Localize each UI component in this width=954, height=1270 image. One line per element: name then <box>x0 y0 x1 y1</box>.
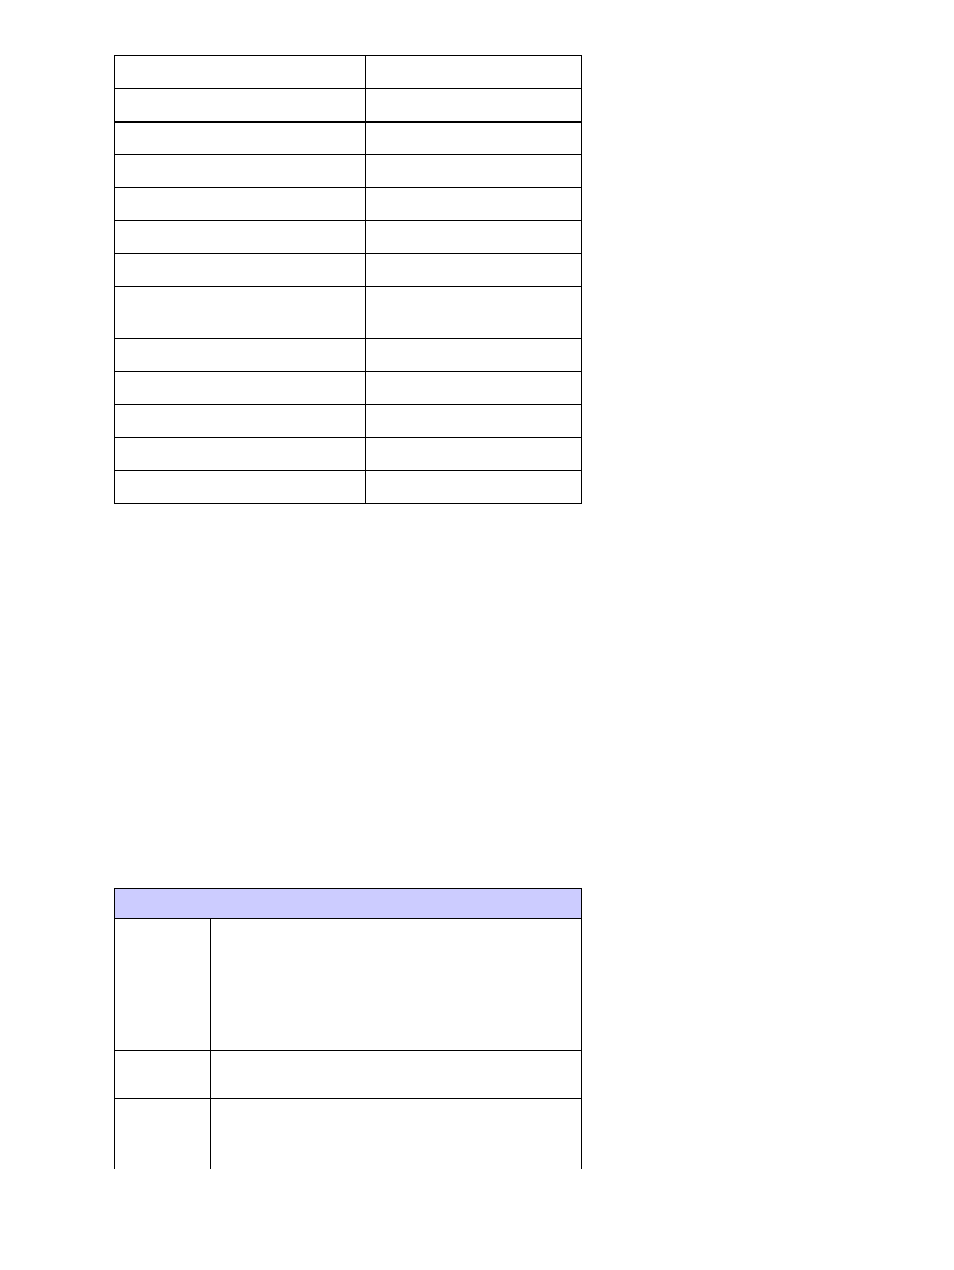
table-cell <box>115 287 366 339</box>
table-cell <box>366 89 582 122</box>
table-cell <box>115 438 366 471</box>
table-cell <box>366 56 582 89</box>
table-cell <box>115 471 366 504</box>
table-row <box>115 438 582 471</box>
table-cell <box>366 287 582 339</box>
table-row <box>115 188 582 221</box>
table-cell <box>210 1051 581 1099</box>
table-row <box>115 122 582 155</box>
upper-table <box>114 55 582 504</box>
table-row <box>115 89 582 122</box>
table-row <box>115 155 582 188</box>
table-cell <box>210 919 581 1051</box>
table-cell <box>366 372 582 405</box>
table-cell <box>366 339 582 372</box>
table-cell <box>366 254 582 287</box>
table-cell <box>366 122 582 155</box>
table-row <box>115 471 582 504</box>
table-cell <box>366 155 582 188</box>
table-row <box>115 405 582 438</box>
table-row <box>115 339 582 372</box>
table-row <box>115 287 582 339</box>
table-row <box>115 1099 582 1169</box>
table-row <box>115 372 582 405</box>
table-cell <box>366 405 582 438</box>
table-cell <box>115 56 366 89</box>
lower-table-body <box>115 889 582 1169</box>
table-cell <box>115 254 366 287</box>
table-cell <box>366 188 582 221</box>
table-row <box>115 1051 582 1099</box>
table-cell <box>115 339 366 372</box>
table-row <box>115 221 582 254</box>
table-cell <box>366 221 582 254</box>
table-cell <box>115 155 366 188</box>
table-cell <box>210 1099 581 1169</box>
table-cell <box>115 919 211 1051</box>
table-cell <box>115 188 366 221</box>
table-cell <box>115 89 366 122</box>
table-cell <box>115 221 366 254</box>
lower-table-header-row <box>115 889 582 919</box>
table-cell <box>366 438 582 471</box>
table-row <box>115 56 582 89</box>
table-row <box>115 254 582 287</box>
table-cell <box>115 372 366 405</box>
lower-table-header-cell <box>115 889 582 919</box>
table-cell <box>115 1099 211 1169</box>
table-cell <box>115 405 366 438</box>
table-row <box>115 919 582 1051</box>
table-cell <box>115 122 366 155</box>
lower-table <box>114 888 582 1169</box>
table-cell <box>115 1051 211 1099</box>
upper-table-body <box>115 56 582 504</box>
table-cell <box>366 471 582 504</box>
